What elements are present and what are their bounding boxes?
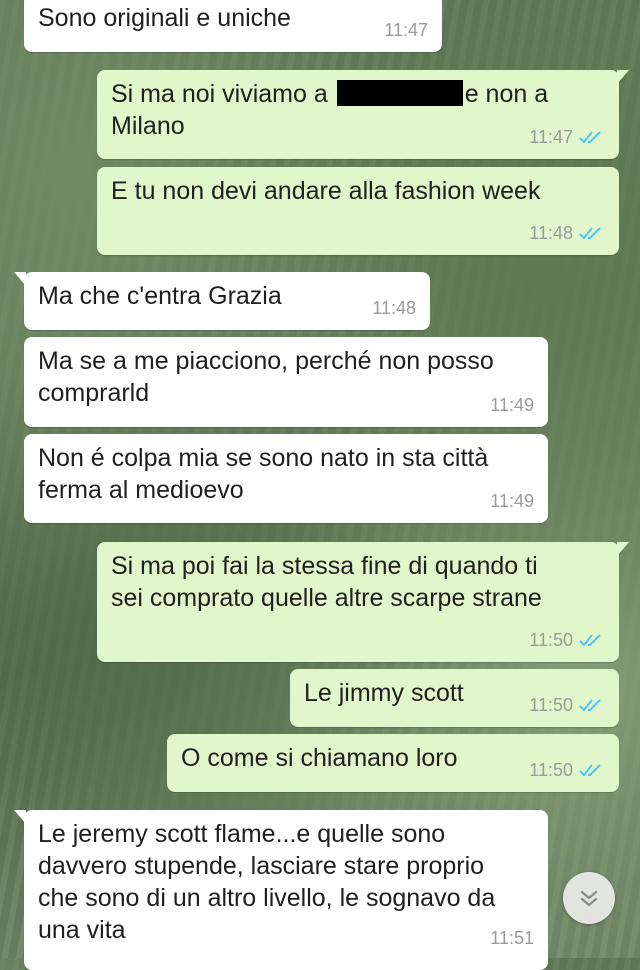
- message-text-before: Si ma noi viviamo a: [111, 80, 328, 108]
- message-text: Ma che c'entra Grazia: [38, 282, 282, 310]
- message-meta: 11:47: [384, 14, 428, 46]
- message-bubble-incoming[interactable]: Ma che c'entra Grazia 11:48: [14, 272, 430, 330]
- message-bubble-incoming[interactable]: Sono originali e uniche 11:47: [24, 0, 442, 52]
- message-meta: 11:50: [529, 624, 605, 656]
- double-check-icon: [579, 131, 601, 144]
- double-check-icon: [579, 699, 601, 712]
- message-time: 11:47: [384, 20, 428, 40]
- message-bubble-outgoing[interactable]: Si ma poi fai la stessa fine di quando t…: [97, 542, 629, 662]
- message-bubble-incoming[interactable]: Le jeremy scott flame...e quelle sono da…: [14, 810, 548, 970]
- message-bubble-outgoing[interactable]: O come si chiamano loro 11:50: [167, 734, 619, 792]
- message-time: 11:48: [372, 298, 416, 318]
- message-bubble-incoming[interactable]: Non é colpa mia se sono nato in sta citt…: [24, 434, 548, 523]
- message-meta: 11:50: [529, 689, 605, 721]
- message-meta: 11:47: [529, 121, 605, 153]
- message-bubble-outgoing[interactable]: Si ma noi viviamo a e non a Milano 11:47: [97, 70, 629, 159]
- message-text: Si ma poi fai la stessa fine di quando t…: [111, 552, 542, 612]
- message-time: 11:50: [529, 695, 573, 715]
- scroll-to-bottom-button[interactable]: [563, 872, 615, 924]
- message-time: 11:49: [490, 395, 534, 415]
- message-meta: 11:49: [490, 485, 534, 517]
- message-text: Le jeremy scott flame...e quelle sono da…: [38, 820, 496, 944]
- message-meta: 11:48: [529, 217, 605, 249]
- message-meta: 11:50: [529, 754, 605, 786]
- message-meta: 11:48: [372, 292, 416, 324]
- message-bubble-outgoing[interactable]: Le jimmy scott 11:50: [290, 669, 619, 727]
- message-bubble-outgoing[interactable]: E tu non devi andare alla fashion week 1…: [97, 167, 619, 255]
- message-time: 11:47: [529, 127, 573, 147]
- double-check-icon: [579, 764, 601, 777]
- message-time: 11:48: [529, 223, 573, 243]
- message-time: 11:50: [529, 760, 573, 780]
- message-time: 11:49: [490, 491, 534, 511]
- message-text: Ma se a me piacciono, perché non posso c…: [38, 347, 494, 407]
- message-bubble-incoming[interactable]: Ma se a me piacciono, perché non posso c…: [24, 337, 548, 427]
- double-check-icon: [579, 634, 601, 647]
- double-check-icon: [579, 227, 601, 240]
- message-text: E tu non devi andare alla fashion week: [111, 177, 541, 205]
- message-text: Non é colpa mia se sono nato in sta citt…: [38, 444, 489, 504]
- message-time: 11:50: [529, 630, 573, 650]
- chevron-double-down-icon: [580, 890, 598, 907]
- message-meta: 11:49: [490, 389, 534, 421]
- message-time: 11:51: [490, 928, 534, 948]
- message-text: Sono originali e uniche: [38, 4, 291, 32]
- message-meta: 11:51: [490, 922, 534, 954]
- redaction-bar: [336, 80, 463, 106]
